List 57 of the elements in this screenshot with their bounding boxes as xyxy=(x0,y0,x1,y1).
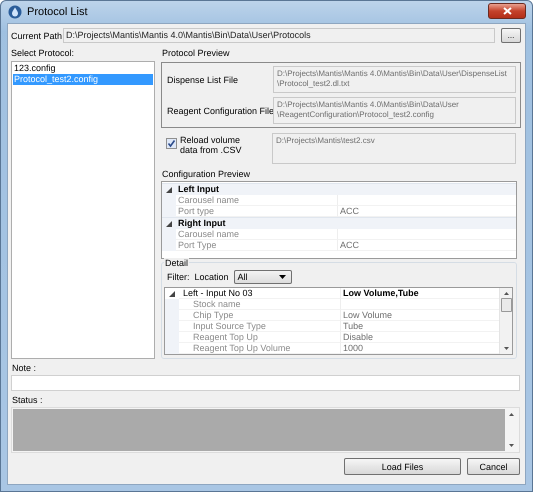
property-value: 1000 xyxy=(340,343,499,354)
close-button[interactable] xyxy=(488,3,526,19)
protocol-preview-label: Protocol Preview xyxy=(162,48,231,60)
property-name: Carousel name xyxy=(176,229,337,240)
expand-triangle-icon[interactable] xyxy=(169,290,175,296)
select-protocol-label: Select Protocol: xyxy=(11,48,76,58)
expand-triangle-icon[interactable] xyxy=(166,220,172,226)
scroll-up-icon[interactable] xyxy=(504,292,508,295)
window-title: Protocol List xyxy=(27,6,88,18)
property-value: Low Volume xyxy=(340,310,499,321)
file-label: Reagent Configuration File xyxy=(166,106,273,116)
grid-margin-cell xyxy=(165,299,179,310)
category-name: Left - Input No 03 xyxy=(179,288,340,299)
file-label: Dispense List File xyxy=(166,74,240,84)
property-name: Reagent Top Up Volume xyxy=(179,343,340,354)
browse-button[interactable]: ... xyxy=(501,28,521,43)
filter-label: Filter: xyxy=(167,272,190,282)
category-name: Right Input xyxy=(177,218,226,229)
status-label: Status : xyxy=(12,395,44,405)
location-dropdown[interactable]: All xyxy=(234,270,292,284)
scroll-down-icon[interactable] xyxy=(509,444,514,447)
dialog-button[interactable]: Load Files xyxy=(344,458,461,475)
protocol-list-item[interactable]: 123.config xyxy=(13,63,153,74)
dialog-button[interactable]: Cancel xyxy=(467,458,520,475)
property-value: Tube xyxy=(340,321,499,332)
reload-checkbox[interactable] xyxy=(166,138,177,149)
caret-icon xyxy=(278,275,286,279)
detail-label: Detail xyxy=(164,258,190,268)
scroll-up-icon[interactable] xyxy=(509,413,514,416)
note-label: Note : xyxy=(12,363,38,373)
note-field[interactable] xyxy=(11,375,520,391)
current-path-field[interactable]: D:\Projects\Mantis\Mantis 4.0\Mantis\Bin\Data\User\Protocols xyxy=(63,28,495,43)
property-value: ACC xyxy=(337,240,516,251)
current-path-label: Current Path xyxy=(11,30,63,40)
category-name: Left Input xyxy=(177,184,219,195)
expand-triangle-icon[interactable] xyxy=(166,186,172,192)
property-name: Carousel name xyxy=(176,195,337,206)
property-name: Port Type xyxy=(176,240,337,251)
reload-checkbox-label: Reload volume data from .CSV xyxy=(180,135,243,155)
scrollbar[interactable] xyxy=(499,288,512,354)
csv-path-field[interactable]: D:\Projects\Mantis\test2.csv xyxy=(272,133,516,164)
drop-icon xyxy=(8,5,22,19)
grid-margin-cell xyxy=(165,343,179,354)
scrollbar-thumb[interactable] xyxy=(500,298,512,312)
property-value: Disable xyxy=(340,332,499,343)
configuration-preview-label: Configuration Preview xyxy=(162,169,252,179)
property-name: Stock name xyxy=(179,299,340,310)
property-name: Input Source Type xyxy=(179,321,340,332)
close-icon xyxy=(502,7,512,15)
file-path-field[interactable]: D:\Projects\Mantis\Mantis 4.0\Mantis\Bin\Data\User \ReagentConfiguration\Protocol_test2.config xyxy=(273,97,516,124)
grid-margin-cell xyxy=(162,240,176,251)
location-label: Location xyxy=(194,272,229,282)
property-name: Reagent Top Up xyxy=(179,332,340,343)
category-value: Low Volume,Tube xyxy=(340,288,499,299)
property-name: Chip Type xyxy=(179,310,340,321)
scroll-down-icon[interactable] xyxy=(504,347,508,350)
file-path-field[interactable]: D:\Projects\Mantis\Mantis 4.0\Mantis\Bin\Data\User\DispenseList \Protocol_test2.dl.txt xyxy=(273,66,516,93)
